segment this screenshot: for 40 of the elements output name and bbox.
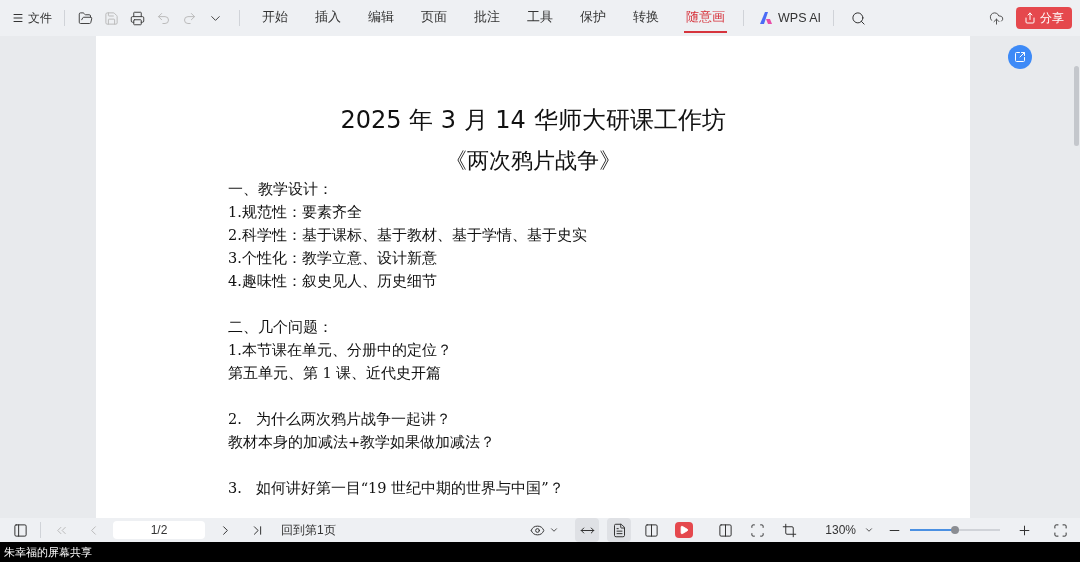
back-to-first-page-link[interactable]: 回到第1页	[281, 521, 336, 539]
menu-tab[interactable]: 批注	[472, 3, 502, 33]
share-icon	[1024, 12, 1036, 24]
page-number-field[interactable]: 1/2	[113, 521, 205, 539]
document-line: 1.本节课在单元、分册中的定位？	[228, 341, 452, 360]
document-line: 一、教学设计：	[228, 180, 333, 199]
file-menu[interactable]: 文件	[8, 9, 56, 27]
play-icon	[679, 525, 690, 535]
view-mode-icon[interactable]	[607, 518, 632, 542]
menu-tab[interactable]: 保护	[578, 3, 608, 33]
side-panel-button[interactable]	[1008, 45, 1032, 69]
document-line: 4.趣味性：叙史见人、历史细节	[228, 272, 437, 291]
menu-tab[interactable]: 编辑	[366, 3, 396, 33]
play-button[interactable]	[675, 522, 694, 538]
menu-tab[interactable]: 页面	[419, 3, 449, 33]
document-title: 2025 年 3 月 14 华师大研课工作坊	[340, 105, 726, 136]
menu-tab[interactable]: 开始	[260, 3, 290, 33]
view-mode-icon[interactable]	[575, 518, 600, 542]
document-line: 教材本身的加减法+教学如果做加减法？	[228, 433, 496, 452]
document-line: 二、几个问题：	[228, 318, 333, 337]
menu-icon	[12, 12, 24, 24]
ai-logo-icon	[760, 12, 774, 24]
share-button[interactable]: 分享	[1016, 7, 1072, 29]
dropdown-icon	[549, 525, 560, 535]
document-line: 第五单元、第 1 课、近代史开篇	[228, 364, 442, 383]
document-line: 3. 如何讲好第一目“19 世纪中期的世界与中国”？	[228, 479, 564, 498]
menu-tab[interactable]: 插入	[313, 3, 343, 33]
zoom-level[interactable]: 130%	[825, 521, 856, 539]
zoom-slider[interactable]	[910, 525, 1000, 535]
document-line: 2. 为什么两次鸦片战争一起讲？	[228, 410, 451, 429]
dropdown-icon	[864, 525, 874, 535]
wps-ai-button[interactable]: WPS AI	[760, 8, 822, 28]
screen-share-label: 朱幸福的屏幕共享	[4, 544, 92, 560]
menu-tab[interactable]: 随意画	[684, 3, 727, 33]
menu-tab[interactable]: 转换	[631, 3, 661, 33]
document-subtitle: 《两次鸦片战争》	[445, 147, 621, 175]
document-line: 3.个性化：教学立意、设计新意	[228, 249, 437, 268]
menu-tab[interactable]: 工具	[525, 3, 555, 33]
document-line: 1.规范性：要素齐全	[228, 203, 362, 222]
document-line: 2.科学性：基于课标、基于教材、基于学情、基于史实	[228, 226, 587, 245]
